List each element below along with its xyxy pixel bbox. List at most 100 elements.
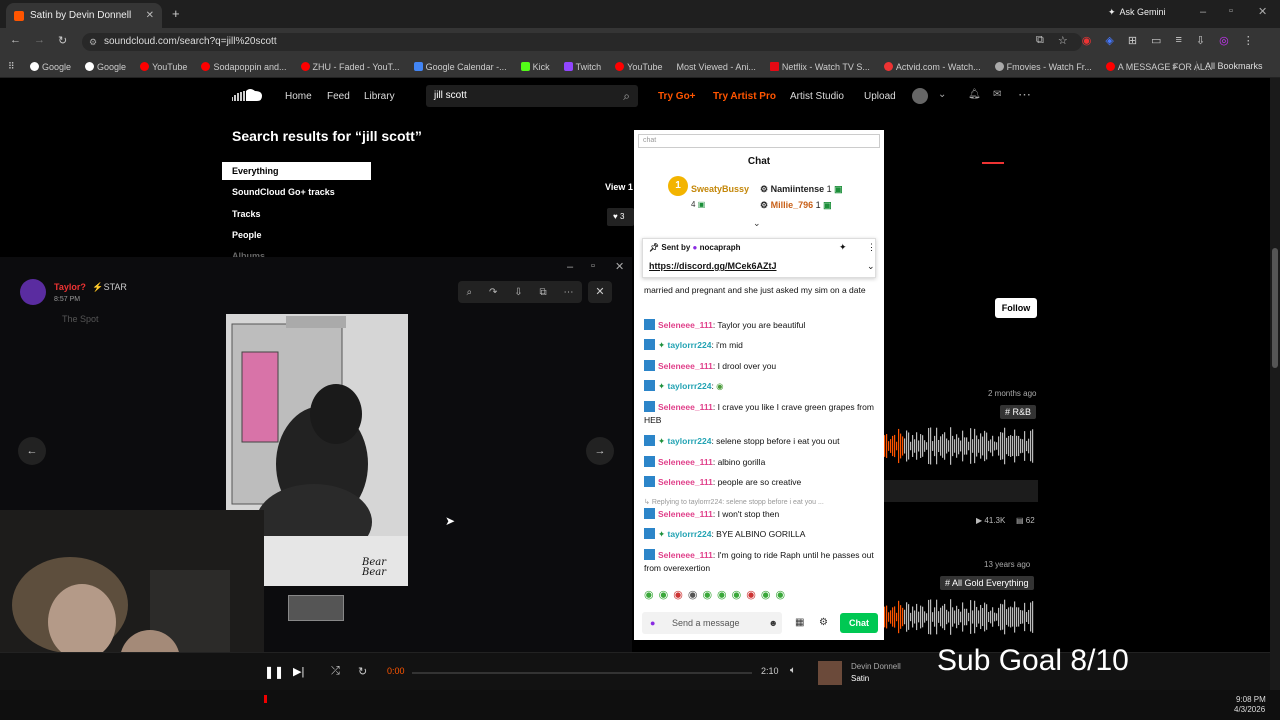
username[interactable]: Taylor? ⚡STAR xyxy=(54,282,127,293)
emote-icon[interactable]: ◉ xyxy=(717,588,727,601)
genre-tag[interactable]: # R&B xyxy=(1000,405,1037,419)
media-icon[interactable]: ≡ xyxy=(1175,34,1181,47)
progress-bar[interactable] xyxy=(412,672,752,674)
download-icon[interactable]: ⇩ xyxy=(514,287,522,298)
image-thumbnail[interactable] xyxy=(288,595,344,621)
filter-everything[interactable]: Everything xyxy=(222,162,371,180)
page-scrollbar[interactable] xyxy=(1270,78,1280,690)
back-icon[interactable]: ← xyxy=(10,34,21,46)
apps-icon[interactable]: ⠿ xyxy=(8,61,15,72)
nav-artist-studio[interactable]: Artist Studio xyxy=(790,91,844,102)
chat-message-input[interactable]: ● Send a message ☻ xyxy=(642,612,782,634)
soundcloud-logo-icon[interactable] xyxy=(232,87,264,103)
artist-name[interactable]: Devin Donnell xyxy=(851,662,901,671)
bookmark-zhu[interactable]: ZHU - Faded - YouT... xyxy=(300,62,400,72)
emote-icon[interactable]: ◉ xyxy=(761,588,771,601)
extension-icon[interactable]: ◉ xyxy=(1082,34,1092,47)
downloads-icon[interactable]: ⇩ xyxy=(1196,34,1205,47)
bookmark-youtube[interactable]: YouTube xyxy=(615,62,663,72)
repeat-icon[interactable]: ↻ xyxy=(358,665,367,678)
sidebar-icon[interactable]: ▭ xyxy=(1151,34,1161,47)
expand-leaderboard-icon[interactable]: ⌄ xyxy=(753,218,761,229)
pin-icon[interactable]: ✦ xyxy=(839,242,847,253)
track-artwork[interactable] xyxy=(818,661,842,685)
bookmark-fmovies[interactable]: Fmovies - Watch Fr... xyxy=(994,62,1092,72)
nav-library[interactable]: Library xyxy=(364,91,395,102)
filter-albums[interactable]: Albums xyxy=(222,247,371,257)
ask-gemini-button[interactable]: ✦ Ask Gemini xyxy=(1108,7,1166,18)
nav-upload[interactable]: Upload xyxy=(864,91,896,102)
next-image-button[interactable]: → xyxy=(586,437,614,465)
follow-button[interactable]: Follow xyxy=(995,298,1037,318)
install-icon[interactable]: ⧉ xyxy=(1036,34,1044,47)
pinned-message[interactable]: 📌︎ Sent by ● nocapraph https://discord.g… xyxy=(642,238,876,278)
previous-image-button[interactable]: ← xyxy=(18,437,46,465)
menu-icon[interactable]: ⋮ xyxy=(1243,34,1254,47)
reload-icon[interactable]: ↻ xyxy=(58,34,67,47)
filter-people[interactable]: People xyxy=(222,226,371,244)
soundcloud-search-input[interactable]: jill scott ⌕ xyxy=(426,85,638,107)
emote-icon[interactable]: ◉ xyxy=(673,588,683,601)
chat-search-input[interactable]: chat xyxy=(638,134,880,148)
emote-icon[interactable]: ◉ xyxy=(688,588,698,601)
bookmark-star-icon[interactable]: ☆ xyxy=(1058,34,1068,47)
zoom-icon[interactable]: ⌕ xyxy=(466,287,472,298)
bookmark-netflix[interactable]: Netflix - Watch TV S... xyxy=(769,62,870,72)
like-button[interactable]: ♥ 3 xyxy=(607,208,634,226)
close-window-icon[interactable]: ✕ xyxy=(1258,5,1267,18)
site-info-icon[interactable]: ⚙ xyxy=(89,33,97,51)
bookmark-kick[interactable]: Kick xyxy=(520,62,550,72)
waveform[interactable] xyxy=(884,598,1034,636)
volume-icon[interactable]: 🔈︎ xyxy=(790,665,796,676)
send-chat-button[interactable]: Chat xyxy=(840,613,878,633)
emote-icon[interactable]: ◉ xyxy=(702,588,712,601)
genre-tag[interactable]: # All Gold Everything xyxy=(940,576,1034,590)
bookmark-calendar[interactable]: Google Calendar -... xyxy=(413,62,507,72)
filter-go-plus-tracks[interactable]: SoundCloud Go+ tracks xyxy=(222,183,371,201)
more-icon[interactable]: ⋮ xyxy=(867,242,876,253)
bookmark-twitch[interactable]: Twitch xyxy=(563,62,601,72)
chevron-down-icon[interactable]: ⌄ xyxy=(938,89,946,100)
emote-icon[interactable]: ◉ xyxy=(644,588,654,601)
close-tab-icon[interactable]: ✕ xyxy=(146,10,154,21)
new-tab-icon[interactable]: + xyxy=(172,6,180,21)
view-all-link[interactable]: View 1 xyxy=(605,182,634,192)
emote-icon[interactable]: ◉ xyxy=(746,588,756,601)
search-icon[interactable]: ⌕ xyxy=(623,85,630,107)
extensions-puzzle-icon[interactable]: ⊞ xyxy=(1128,34,1137,47)
shuffle-icon[interactable]: ⤮ xyxy=(331,665,340,678)
more-bookmarks-icon[interactable]: » xyxy=(1172,61,1177,71)
waveform[interactable] xyxy=(884,426,1034,466)
avatar[interactable] xyxy=(20,279,46,305)
bookmark-actvid[interactable]: Actvid.com - Watch... xyxy=(883,62,981,72)
bookmark-anime[interactable]: Most Viewed - Ani... xyxy=(677,62,756,72)
profile-avatar[interactable]: ◎ xyxy=(1219,34,1229,47)
user-avatar[interactable] xyxy=(912,88,928,104)
filter-tracks[interactable]: Tracks xyxy=(222,205,371,223)
close-window-icon[interactable]: ✕ xyxy=(615,260,624,273)
more-icon[interactable]: ⋯ xyxy=(564,287,574,298)
browser-tab[interactable]: Satin by Devin Donnell ✕ xyxy=(6,3,162,28)
store-icon[interactable]: ▦ xyxy=(795,617,804,628)
nav-home[interactable]: Home xyxy=(285,91,312,102)
emote-icon[interactable]: ◉ xyxy=(732,588,742,601)
open-external-icon[interactable]: ⧉ xyxy=(540,287,547,298)
all-bookmarks-button[interactable]: All Bookmarks xyxy=(1196,61,1263,71)
messages-icon[interactable]: ✉ xyxy=(993,89,1001,100)
leaderboard-user[interactable]: ⚙ Millie_796 1 ▣ xyxy=(760,200,832,211)
extension-icon[interactable]: ◈ xyxy=(1105,34,1113,47)
bookmark-google[interactable]: Google xyxy=(30,62,71,72)
minimize-icon[interactable]: – xyxy=(567,261,573,273)
maximize-icon[interactable]: ▫ xyxy=(1229,5,1233,17)
nav-feed[interactable]: Feed xyxy=(327,91,350,102)
emote-icon[interactable]: ◉ xyxy=(775,588,785,601)
emoji-icon[interactable]: ☻ xyxy=(769,612,778,634)
forward-icon[interactable]: → xyxy=(34,34,45,46)
maximize-icon[interactable]: ▫ xyxy=(591,260,595,272)
pinned-link[interactable]: https://discord.gg/MCek6AZtJ xyxy=(649,261,777,271)
close-viewer-button[interactable]: ✕ xyxy=(588,281,612,303)
leaderboard-user[interactable]: SweatyBussy xyxy=(691,184,749,194)
bookmark-youtube[interactable]: YouTube xyxy=(140,62,187,72)
settings-gear-icon[interactable]: ⚙ xyxy=(819,617,828,628)
minimize-icon[interactable]: – xyxy=(1200,6,1206,18)
